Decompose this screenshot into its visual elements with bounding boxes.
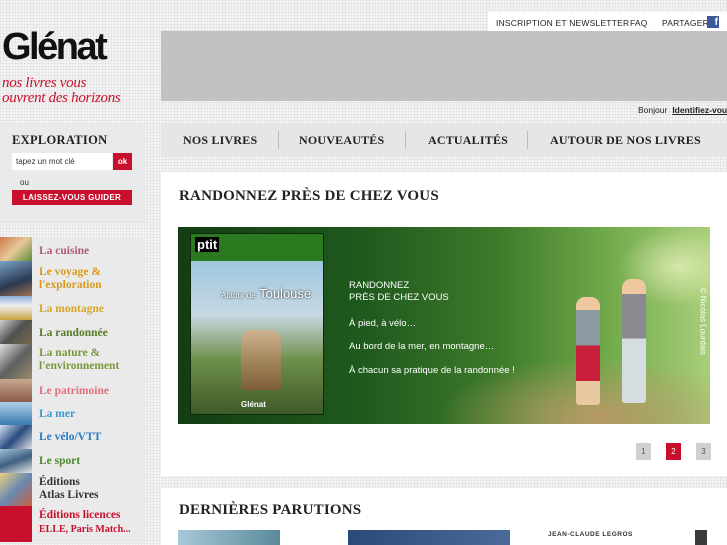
category-label: Le voyage & [39, 266, 101, 278]
slide-headline-1: RANDONNEZ [349, 280, 410, 291]
nav-autour[interactable]: AUTOUR DE NOS LIVRES [550, 133, 701, 148]
nav-actualites[interactable]: ACTUALITÉS [428, 133, 508, 148]
randonnee-thumbnail [0, 320, 32, 344]
category-label-2: ELLE, Paris Match... [39, 524, 131, 535]
category-sport[interactable]: Le sport [0, 449, 146, 473]
book-title-prefix: Autour de [221, 291, 256, 300]
book-title: Toulouse [259, 286, 312, 301]
nav-separator [527, 131, 528, 149]
category-atlas[interactable]: Éditions Atlas Livres [0, 473, 146, 506]
slide-line-3: À chacun sa pratique de la randonnée ! [349, 365, 515, 376]
hiker-woman [576, 297, 600, 405]
slide-line-1: À pied, à vélo… [349, 318, 417, 329]
category-velo[interactable]: Le vélo/VTT [0, 425, 146, 449]
facebook-icon[interactable]: f [707, 16, 719, 28]
category-label: Le vélo/VTT [39, 431, 102, 443]
category-voyage[interactable]: Le voyage & l'exploration [0, 261, 146, 296]
category-label: Éditions [39, 476, 80, 488]
newsletter-link[interactable]: INSCRIPTION ET NEWSLETTER [496, 18, 629, 28]
category-patrimoine[interactable]: Le patrimoine [0, 379, 146, 402]
guide-me-button[interactable]: LAISSEZ-VOUS GUIDER [12, 190, 132, 205]
slide-page-1[interactable]: 1 [636, 443, 651, 460]
exploration-box: EXPLORATION ok ou LAISSEZ-VOUS GUIDER [0, 124, 146, 222]
login-link[interactable]: Identifiez-vous [672, 105, 727, 115]
book-photo [241, 330, 281, 390]
faq-link[interactable]: FAQ [630, 18, 648, 28]
greeting-text: Bonjour [638, 105, 668, 115]
category-licences[interactable]: Éditions licences ELLE, Paris Match... [0, 506, 146, 542]
category-randonnee[interactable]: La randonnée [0, 320, 146, 344]
book-cover[interactable]: ptit Autour de Toulouse Glénat [190, 233, 324, 415]
category-label: Éditions licences [39, 509, 121, 521]
category-nature[interactable]: La nature & l'environnement [0, 344, 146, 379]
category-label: Le patrimoine [39, 385, 109, 397]
slide-line-2: Au bord de la mer, en montagne… [349, 341, 495, 352]
atlas-thumbnail [0, 473, 32, 506]
slide-headline-2: PRÈS DE CHEZ VOUS [349, 292, 449, 303]
search-ok-button[interactable]: ok [113, 153, 132, 170]
book-series: ptit [195, 237, 220, 252]
category-mer[interactable]: La mer [0, 402, 146, 425]
hiker-man [622, 279, 646, 403]
nav-nouveautes[interactable]: NOUVEAUTÉS [299, 133, 384, 148]
latest-title: DERNIÈRES PARUTIONS [179, 502, 362, 518]
latest-releases: DERNIÈRES PARUTIONS JEAN-CLAUDE LEGROS [161, 488, 727, 545]
category-label-2: l'exploration [39, 279, 102, 291]
release-thumbnail-3[interactable] [695, 530, 707, 545]
category-label: Le sport [39, 455, 81, 467]
category-montagne[interactable]: La montagne [0, 296, 146, 320]
main-nav: NOS LIVRES NOUVEAUTÉS ACTUALITÉS AUTOUR … [161, 124, 727, 156]
mer-thumbnail [0, 402, 32, 425]
montagne-thumbnail [0, 296, 32, 320]
glenat-logo[interactable]: Glénat [2, 26, 108, 69]
feature-title: RANDONNEZ PRÈS DE CHEZ VOUS [179, 188, 439, 204]
share-link[interactable]: PARTAGER [662, 18, 709, 28]
release-thumbnail-2[interactable] [348, 530, 510, 545]
feature-panel: RANDONNEZ PRÈS DE CHEZ VOUS ptit Autour … [161, 172, 727, 476]
category-label: La cuisine [39, 245, 90, 257]
release-thumbnail-1[interactable] [178, 530, 280, 545]
search-input[interactable] [12, 153, 112, 170]
nav-separator [278, 131, 279, 149]
licences-thumbnail [0, 506, 32, 542]
top-links: INSCRIPTION ET NEWSLETTER FAQ PARTAGER f [488, 12, 727, 32]
nature-thumbnail [0, 344, 32, 379]
or-label: ou [20, 178, 29, 187]
ad-banner[interactable] [161, 31, 727, 101]
release-author: JEAN-CLAUDE LEGROS [548, 531, 633, 538]
exploration-title: EXPLORATION [12, 133, 108, 147]
category-label-2: Atlas Livres [39, 489, 99, 501]
greeting: Bonjour Identifiez-vous [638, 105, 727, 115]
category-label: La nature & [39, 347, 101, 359]
category-label: La randonnée [39, 327, 108, 339]
cuisine-thumbnail [0, 237, 32, 261]
voyage-thumbnail [0, 261, 32, 296]
category-list: La cuisine Le voyage & l'exploration La … [0, 237, 146, 542]
feature-slide[interactable]: ptit Autour de Toulouse Glénat RANDONNEZ… [178, 227, 710, 424]
sport-thumbnail [0, 449, 32, 473]
category-label: La montagne [39, 303, 104, 315]
category-label: La mer [39, 408, 76, 420]
category-label-2: l'environnement [39, 360, 120, 372]
category-cuisine[interactable]: La cuisine [0, 237, 146, 261]
nav-nos-livres[interactable]: NOS LIVRES [183, 133, 257, 148]
velo-thumbnail [0, 425, 32, 449]
photo-credit: © Nicolas Lourdais [698, 287, 707, 355]
tagline-line2: ouvrent des horizons [2, 90, 121, 106]
book-publisher: Glénat [241, 400, 266, 409]
slide-page-3[interactable]: 3 [696, 443, 711, 460]
patrimoine-thumbnail [0, 379, 32, 402]
slide-page-2[interactable]: 2 [666, 443, 681, 460]
nav-separator [405, 131, 406, 149]
